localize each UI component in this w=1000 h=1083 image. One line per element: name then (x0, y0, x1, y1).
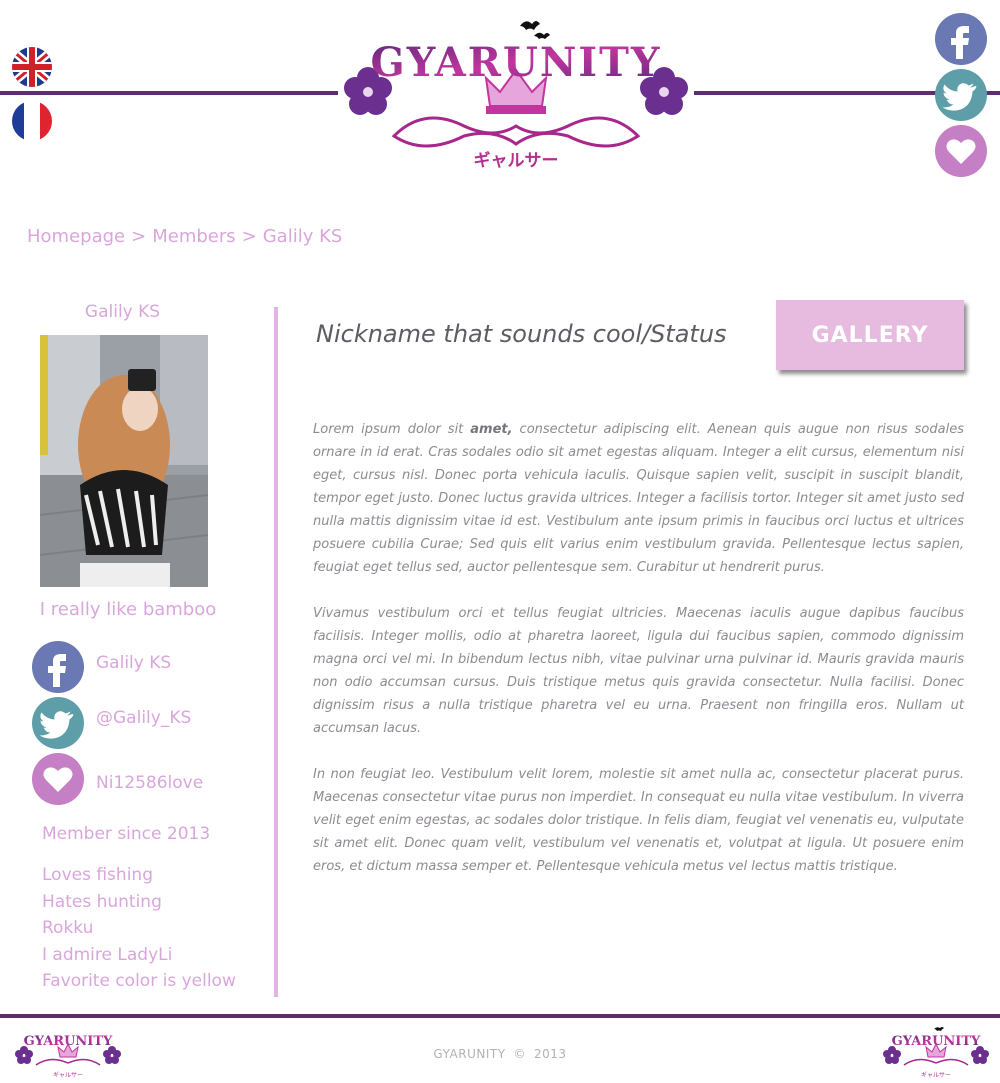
profile-tagline: I really like bamboo (39, 599, 217, 620)
footer-divider (0, 1014, 1000, 1018)
fact-item: Hates hunting (42, 891, 162, 912)
breadcrumb: Homepage > Members > Galily KS (27, 226, 342, 247)
paragraph-text: consectetur adipiscing elit. Aenean quis… (313, 422, 964, 575)
profile-photo (40, 335, 208, 587)
uk-flag-icon[interactable] (8, 47, 56, 87)
footer-logo-subtext: ギャルサー (53, 1072, 83, 1079)
site-logo[interactable]: GYARUNITY ギャルサー (338, 8, 694, 176)
breadcrumb-members[interactable]: Members (152, 226, 235, 247)
breadcrumb-homepage[interactable]: Homepage (27, 226, 125, 247)
bat-icon (520, 21, 540, 30)
profile-content: Lorem ipsum dolor sit amet, consectetur … (313, 418, 964, 901)
member-since: Member since 2013 (42, 824, 211, 844)
fact-item: Favorite color is yellow (42, 971, 236, 991)
facebook-icon[interactable] (31, 640, 85, 694)
profile-facts: Loves fishing Hates hunting Rokku I admi… (42, 862, 236, 995)
twitter-icon[interactable] (31, 696, 85, 750)
fact-item: Rokku (42, 918, 94, 938)
facebook-profile-link[interactable]: Galily KS (96, 653, 171, 673)
heart-icon[interactable] (934, 124, 988, 178)
fact-item: Loves fishing (42, 865, 153, 885)
france-flag-icon[interactable] (8, 101, 56, 141)
sidebar-divider (274, 307, 278, 997)
content-paragraph: In non feugiat leo. Vestibulum velit lor… (313, 767, 964, 874)
footer-logo-subtext: ギャルサー (921, 1072, 951, 1079)
breadcrumb-separator: > (131, 226, 147, 247)
footer-logo-text: GYARUNITY (892, 1034, 981, 1049)
twitter-icon[interactable] (934, 68, 988, 122)
twitter-profile-link[interactable]: @Galily_KS (96, 708, 191, 728)
page-title: Nickname that sounds cool/Status (316, 320, 727, 348)
footer-copyright: GYARUNITY © 2013 (0, 1047, 1000, 1061)
paragraph-text: Lorem ipsum dolor sit (313, 422, 471, 437)
logo-subtext: ギャルサー (474, 151, 559, 171)
flourish (391, 116, 641, 148)
content-paragraph: Vivamus vestibulum orci et tellus feugia… (313, 606, 964, 736)
heart-icon[interactable] (31, 752, 85, 806)
paragraph-bold-text: amet, (470, 422, 513, 437)
breadcrumb-current[interactable]: Galily KS (263, 226, 343, 247)
content-paragraph: Lorem ipsum dolor sit amet, consectetur … (313, 418, 964, 579)
profile-name: Galily KS (84, 302, 161, 322)
facebook-icon[interactable] (934, 12, 988, 66)
heart-profile-link[interactable]: Ni12586love (96, 773, 203, 793)
copyright-icon: © (513, 1047, 527, 1061)
footer-brand: GYARUNITY (433, 1047, 506, 1061)
breadcrumb-separator: > (241, 226, 257, 247)
logo-text: GYARUNITY (371, 39, 662, 86)
fact-item: I admire LadyLi (42, 944, 173, 965)
footer-year: 2013 (534, 1047, 567, 1061)
footer-logo[interactable]: GYARUNITY ギャルサー (882, 1027, 990, 1079)
gallery-button[interactable]: GALLERY (776, 300, 964, 370)
